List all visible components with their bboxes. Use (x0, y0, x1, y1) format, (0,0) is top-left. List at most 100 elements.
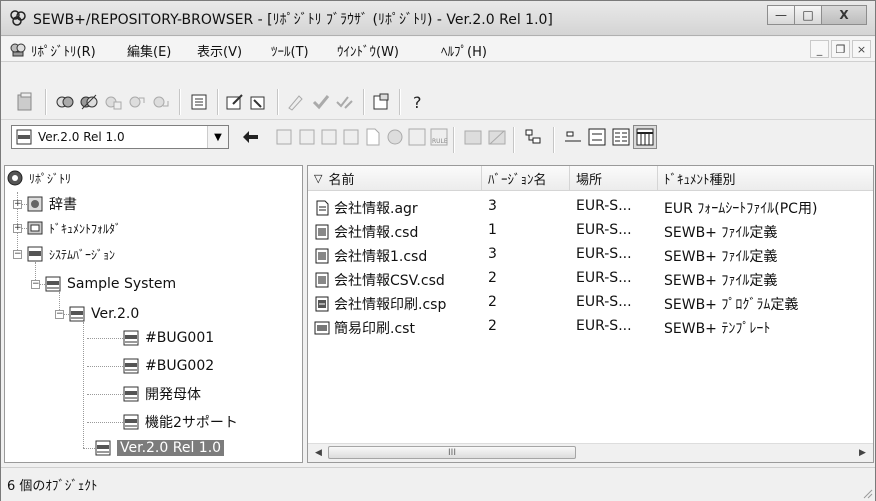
scroll-thumb[interactable]: III (328, 446, 576, 459)
repository-icon (7, 170, 23, 186)
repository-settings-icon[interactable] (101, 90, 125, 114)
properties-icon[interactable] (187, 90, 211, 114)
tree-node-label: Sample System (67, 276, 177, 292)
checkout-icon[interactable] (223, 90, 247, 114)
document-list: ▽ 名前 ﾊﾞｰｼﾞｮﾝ名 場所 ﾄﾞｷｭﾒﾝﾄ種別 会社情報.agr 3 EU… (307, 165, 874, 463)
tree-node-version[interactable]: Ver.2.0 (69, 304, 139, 324)
repository-doc-icon[interactable] (9, 40, 27, 58)
release-version-icon[interactable] (339, 125, 363, 149)
horizontal-scrollbar[interactable]: ◀ III ▶ (308, 443, 873, 462)
template-icon (314, 321, 330, 335)
lock-document-icon[interactable] (461, 125, 485, 149)
cell-name: 会社情報印刷.csp (334, 297, 447, 313)
close-button[interactable]: X (821, 5, 867, 25)
tree-collapse-icon[interactable]: − (13, 250, 22, 259)
resize-grip-icon[interactable] (861, 487, 873, 499)
table-row[interactable]: 簡易印刷.cst 2 EUR-S... SEWB+ ﾃﾝﾌﾟﾚｰﾄ (308, 316, 873, 338)
menu-repository[interactable]: ﾘﾎﾟｼﾞﾄﾘ(R) (31, 41, 96, 60)
menu-view[interactable]: 表示(V) (197, 41, 242, 60)
menu-bar: ﾘﾎﾟｼﾞﾄﾘ(R) 編集(E) 表示(V) ﾂｰﾙ(T) ｳｲﾝﾄﾞｳ(W) … (1, 37, 875, 62)
menu-help[interactable]: ﾍﾙﾌﾟ(H) (441, 41, 487, 60)
menu-tools[interactable]: ﾂｰﾙ(T) (271, 41, 309, 60)
cell-type: SEWB+ ﾌｧｲﾙ定義 (664, 273, 778, 289)
tree-node-branch[interactable]: #BUG002 (123, 356, 214, 376)
minimize-button[interactable]: — (767, 5, 795, 25)
approve-check-icon[interactable] (309, 90, 333, 114)
tree-node-branch[interactable]: #BUG001 (123, 328, 214, 348)
column-header-type[interactable]: ﾄﾞｷｭﾒﾝﾄ種別 (658, 166, 873, 190)
status-text: 6 個のｵﾌﾞｼﾞｪｸﾄ (7, 479, 98, 494)
large-icons-view-icon[interactable] (561, 125, 585, 149)
maximize-button[interactable]: □ (794, 5, 822, 25)
version-icon (69, 306, 85, 322)
unlock-document-icon[interactable] (485, 125, 509, 149)
add-document-icon[interactable] (383, 125, 407, 149)
tree-node-dictionary[interactable]: 辞書 (27, 194, 77, 214)
checkin-icon[interactable] (247, 90, 271, 114)
mdi-restore-button[interactable]: ❐ (831, 40, 850, 58)
tree-node-branch[interactable]: 機能2サポート (123, 412, 238, 432)
tree-node-branch[interactable]: 開発母体 (123, 384, 201, 404)
cell-location: EUR-S... (576, 246, 632, 262)
document-properties-icon[interactable] (369, 90, 393, 114)
table-row[interactable]: 会社情報印刷.csp 2 EUR-S... SEWB+ ﾌﾟﾛｸﾞﾗﾑ定義 (308, 292, 873, 314)
table-row[interactable]: 会社情報.csd 1 EUR-S... SEWB+ ﾌｧｲﾙ定義 (308, 220, 873, 242)
tree-view-icon[interactable] (521, 125, 545, 149)
column-header-name[interactable]: ▽ 名前 (308, 166, 482, 190)
menu-window[interactable]: ｳｲﾝﾄﾞｳ(W) (337, 41, 399, 60)
derive-version-icon[interactable] (295, 125, 319, 149)
tree-node-label: ｼｽﾃﾑﾊﾞｰｼﾞｮﾝ (49, 247, 116, 262)
table-row[interactable]: 会社情報1.csd 3 EUR-S... SEWB+ ﾌｧｲﾙ定義 (308, 244, 873, 266)
title-bar[interactable]: SEWB+/REPOSITORY-BROWSER - [ﾘﾎﾟｼﾞﾄﾘ ﾌﾞﾗｳ… (1, 1, 875, 36)
version-combo[interactable]: Ver.2.0 Rel 1.0 ▼ (11, 125, 229, 149)
merge-version-icon[interactable] (317, 125, 341, 149)
tree-collapse-icon[interactable]: − (55, 310, 64, 319)
cell-name: 会社情報CSV.csd (334, 273, 445, 289)
menu-edit[interactable]: 編集(E) (127, 41, 171, 60)
tree-node-selected-release[interactable]: Ver.2.0 Rel 1.0 (95, 438, 225, 458)
tree-expand-icon[interactable]: + (13, 224, 22, 233)
cell-version: 2 (488, 294, 497, 310)
table-row[interactable]: 会社情報.agr 3 EUR-S... EUR ﾌｫｰﾑｼｰﾄﾌｧｲﾙ(PC用) (308, 196, 873, 218)
scroll-left-icon[interactable]: ◀ (310, 444, 327, 461)
cell-name: 会社情報1.csd (334, 249, 428, 265)
column-header-version[interactable]: ﾊﾞｰｼﾞｮﾝ名 (482, 166, 570, 190)
tree-collapse-icon[interactable]: − (31, 280, 40, 289)
tree-node-label: Ver.2.0 (91, 306, 140, 322)
small-icons-view-icon[interactable] (585, 125, 609, 149)
edit-pen-icon[interactable] (283, 90, 307, 114)
repository-disconnect-icon[interactable] (77, 90, 101, 114)
repository-tree[interactable]: ﾘﾎﾟｼﾞﾄﾘ + 辞書 + ﾄﾞｷｭﾒﾝﾄﾌｫﾙﾀﾞ − ｼｽﾃﾑﾊﾞｰｼﾞｮ… (4, 165, 303, 463)
list-view-icon[interactable] (609, 125, 633, 149)
cell-name: 簡易印刷.cst (334, 321, 415, 337)
mdi-minimize-button[interactable]: _ (810, 40, 829, 58)
chevron-down-icon[interactable]: ▼ (207, 126, 228, 148)
scroll-right-icon[interactable]: ▶ (854, 444, 871, 461)
repository-refresh-icon[interactable] (125, 90, 149, 114)
mdi-close-button[interactable]: × (852, 40, 871, 58)
tree-node-sample-system[interactable]: Sample System (45, 274, 176, 294)
repository-export-icon[interactable] (149, 90, 173, 114)
details-view-icon[interactable] (633, 125, 657, 149)
program-definition-icon (315, 296, 329, 312)
main-toolbar: ? (1, 85, 875, 120)
tree-node-system-version[interactable]: ｼｽﾃﾑﾊﾞｰｼﾞｮﾝ (27, 244, 115, 264)
new-document-icon[interactable] (361, 125, 385, 149)
rule-icon[interactable]: RULE (427, 125, 451, 149)
tree-expand-icon[interactable]: + (13, 200, 22, 209)
document-rules-icon[interactable] (405, 125, 429, 149)
help-question-icon[interactable]: ? (405, 90, 429, 114)
new-version-icon[interactable] (273, 125, 297, 149)
repository-connect-icon[interactable] (53, 90, 77, 114)
release-icon (95, 440, 111, 456)
column-header-location[interactable]: 場所 (570, 166, 658, 190)
tree-node-repository-root[interactable]: ﾘﾎﾟｼﾞﾄﾘ (7, 168, 71, 188)
cell-location: EUR-S... (576, 318, 632, 334)
parent-up-icon[interactable] (239, 125, 263, 149)
open-icon[interactable] (13, 90, 37, 114)
table-row[interactable]: 会社情報CSV.csd 2 EUR-S... SEWB+ ﾌｧｲﾙ定義 (308, 268, 873, 290)
form-sheet-file-icon (316, 200, 329, 216)
approve-all-check-icon[interactable] (333, 90, 357, 114)
cell-location: EUR-S... (576, 198, 632, 214)
tree-node-document-folder[interactable]: ﾄﾞｷｭﾒﾝﾄﾌｫﾙﾀﾞ (27, 218, 121, 238)
